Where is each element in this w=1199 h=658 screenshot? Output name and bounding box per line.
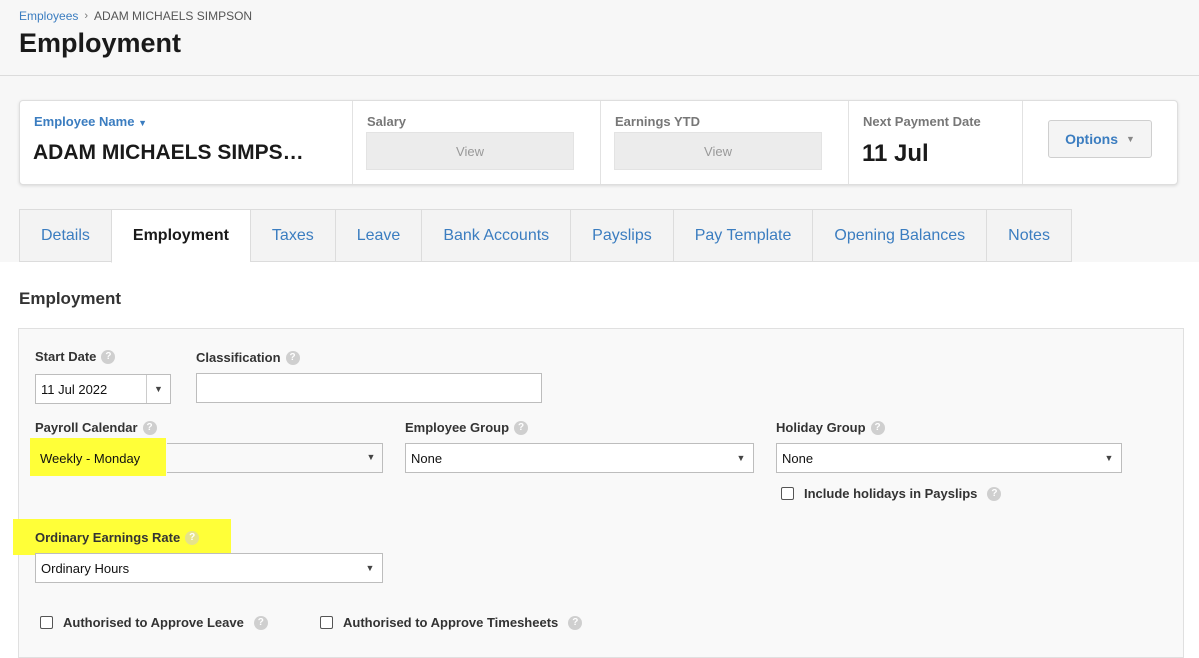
help-icon[interactable]: ? xyxy=(514,420,529,435)
employment-form: Start Date ? 11 Jul 2022 ▼ Classificatio… xyxy=(13,328,1184,658)
employee-group-select[interactable]: None ▼ xyxy=(405,443,754,473)
caret-down-icon[interactable]: ▼ xyxy=(358,554,382,582)
classification-label: Classification ? xyxy=(196,350,300,365)
options-button[interactable]: Options ▼ xyxy=(1048,120,1152,158)
approve-timesheets-row: Authorised to Approve Timesheets ? xyxy=(320,615,583,630)
next-payment-value: 11 Jul xyxy=(862,140,929,167)
tab-pay-template[interactable]: Pay Template xyxy=(672,209,813,262)
payroll-calendar-value: Weekly - Monday xyxy=(40,451,141,466)
help-icon[interactable]: ? xyxy=(568,615,583,630)
page-header: Employees › ADAM MICHAELS SIMPSON Employ… xyxy=(0,0,1199,76)
earnings-ytd-view-button[interactable]: View xyxy=(614,132,822,170)
start-date-value: 11 Jul 2022 xyxy=(41,382,108,397)
payroll-calendar-label: Payroll Calendar ? xyxy=(35,420,157,435)
help-icon[interactable]: ? xyxy=(870,420,885,435)
approve-timesheets-checkbox[interactable] xyxy=(320,616,333,629)
employee-group-label-text: Employee Group xyxy=(405,420,510,435)
next-payment-label: Next Payment Date xyxy=(863,114,981,129)
employee-group-value: None xyxy=(411,451,443,466)
approve-timesheets-label: Authorised to Approve Timesheets xyxy=(343,615,559,630)
tab-opening-balances[interactable]: Opening Balances xyxy=(812,209,987,262)
salary-label: Salary xyxy=(367,114,407,129)
include-holidays-row: Include holidays in Payslips ? xyxy=(781,486,1002,501)
holiday-group-label: Holiday Group ? xyxy=(776,420,885,435)
section-title: Employment xyxy=(19,289,122,308)
help-icon[interactable]: ? xyxy=(285,350,300,365)
page-title: Employment xyxy=(19,28,182,58)
salary-view-button[interactable]: View xyxy=(366,132,574,170)
caret-down-icon[interactable]: ▼ xyxy=(729,444,753,472)
salary-cell: Salary View xyxy=(353,101,601,184)
employee-name-label: Employee Name xyxy=(34,114,135,129)
classification-label-text: Classification xyxy=(196,350,281,365)
employee-name-dropdown[interactable]: Employee Name ▼ xyxy=(34,114,147,129)
employee-group-label: Employee Group ? xyxy=(405,420,529,435)
breadcrumb-separator: › xyxy=(84,10,89,22)
earnings-ytd-label: Earnings YTD xyxy=(615,114,701,129)
caret-down-icon[interactable]: ▼ xyxy=(146,375,170,403)
employee-name-value: ADAM MICHAELS SIMPS… xyxy=(33,141,304,164)
approve-leave-label: Authorised to Approve Leave xyxy=(63,615,244,630)
breadcrumb-employees-link[interactable]: Employees xyxy=(19,9,78,23)
tab-bank-accounts[interactable]: Bank Accounts xyxy=(421,209,571,262)
include-holidays-checkbox[interactable] xyxy=(781,487,794,500)
ordinary-earnings-rate-value: Ordinary Hours xyxy=(41,561,130,576)
help-icon[interactable]: ? xyxy=(101,349,116,364)
breadcrumb: Employees › ADAM MICHAELS SIMPSON xyxy=(19,9,252,23)
employee-tabs: Details Employment Taxes Leave Bank Acco… xyxy=(19,209,1072,263)
ordinary-earnings-rate-label: Ordinary Earnings Rate ? xyxy=(35,530,200,545)
chevron-down-icon: ▼ xyxy=(138,118,147,128)
payroll-calendar-border xyxy=(167,443,383,473)
approve-leave-row: Authorised to Approve Leave ? xyxy=(40,615,268,630)
breadcrumb-current: ADAM MICHAELS SIMPSON xyxy=(94,9,253,23)
holiday-group-select[interactable]: None ▼ xyxy=(776,443,1122,473)
start-date-picker[interactable]: 11 Jul 2022 ▼ xyxy=(35,374,171,404)
tab-employment[interactable]: Employment xyxy=(110,209,250,263)
help-icon[interactable]: ? xyxy=(142,420,157,435)
tab-details[interactable]: Details xyxy=(19,209,111,262)
start-date-label-text: Start Date xyxy=(35,349,97,364)
classification-input[interactable] xyxy=(196,373,542,403)
start-date-label: Start Date ? xyxy=(35,349,116,364)
holiday-group-value: None xyxy=(782,451,814,466)
employee-summary-card: Employee Name ▼ ADAM MICHAELS SIMPS… Sal… xyxy=(19,100,1178,185)
next-payment-cell: Next Payment Date 11 Jul xyxy=(849,101,1023,184)
caret-down-icon[interactable]: ▼ xyxy=(1097,444,1121,472)
tab-taxes[interactable]: Taxes xyxy=(249,209,335,262)
include-holidays-label: Include holidays in Payslips xyxy=(804,486,978,501)
tab-leave[interactable]: Leave xyxy=(334,209,422,262)
ordinary-earnings-rate-select[interactable]: Ordinary Hours ▼ xyxy=(35,553,383,583)
chevron-down-icon: ▼ xyxy=(1125,134,1135,144)
employee-summary-area: Employee Name ▼ ADAM MICHAELS SIMPS… Sal… xyxy=(0,76,1199,263)
earnings-ytd-cell: Earnings YTD View xyxy=(601,101,849,184)
help-icon[interactable]: ? xyxy=(987,486,1002,501)
approve-leave-checkbox[interactable] xyxy=(40,616,53,629)
help-icon[interactable]: ? xyxy=(253,615,268,630)
options-label: Options xyxy=(1065,131,1118,147)
tab-payslips[interactable]: Payslips xyxy=(570,209,673,262)
help-icon[interactable]: ? xyxy=(185,530,200,545)
employee-name-cell: Employee Name ▼ ADAM MICHAELS SIMPS… xyxy=(20,101,353,184)
payroll-calendar-label-text: Payroll Calendar xyxy=(35,420,138,435)
ordinary-earnings-rate-label-text: Ordinary Earnings Rate xyxy=(35,530,181,545)
tab-notes[interactable]: Notes xyxy=(986,209,1072,262)
holiday-group-label-text: Holiday Group xyxy=(776,420,866,435)
